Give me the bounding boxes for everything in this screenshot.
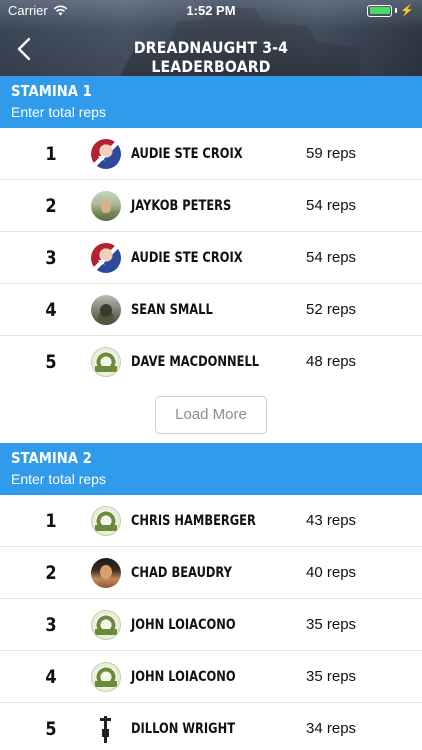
rank-number: 1 bbox=[45, 510, 57, 532]
score-value: 54 reps bbox=[306, 249, 357, 266]
rank-number: 5 bbox=[45, 718, 57, 740]
logo-banner bbox=[95, 366, 117, 372]
score-value: 40 reps bbox=[306, 564, 357, 581]
back-button[interactable] bbox=[10, 34, 38, 64]
score-value: 54 reps bbox=[306, 197, 357, 214]
score-value: 48 reps bbox=[306, 353, 357, 370]
athlete-name: DAVE MACDONNELL bbox=[131, 354, 260, 370]
page-title: DREADNAUGHT 3-4 LEADERBOARD bbox=[133, 38, 289, 76]
section-header-stamina-2: STAMINA 2 Enter total reps bbox=[0, 443, 422, 495]
section-subtitle: Enter total reps bbox=[11, 471, 106, 487]
gun-avatar bbox=[91, 714, 121, 744]
leaderboard-row[interactable]: 3 AUDIE STE CROIX 54 reps bbox=[0, 232, 422, 284]
beach-avatar bbox=[91, 558, 121, 588]
section-title: STAMINA 1 bbox=[11, 82, 92, 100]
logo-banner bbox=[95, 525, 117, 531]
flag-avatar bbox=[91, 243, 121, 273]
athlete-name: CHRIS HAMBERGER bbox=[131, 513, 256, 529]
section-header-stamina-1: STAMINA 1 Enter total reps bbox=[0, 76, 422, 128]
score-value: 59 reps bbox=[306, 145, 357, 162]
rank-number: 5 bbox=[45, 351, 57, 373]
rank-number: 1 bbox=[45, 143, 57, 165]
rank-number: 2 bbox=[45, 195, 57, 217]
logo-avatar bbox=[91, 347, 121, 377]
leaderboard-row[interactable]: 1 CHRIS HAMBERGER 43 reps bbox=[0, 495, 422, 547]
score-value: 52 reps bbox=[306, 301, 357, 318]
rank-number: 4 bbox=[45, 666, 57, 688]
athlete-name: JOHN LOIACONO bbox=[131, 617, 236, 633]
athlete-name: JAYKOB PETERS bbox=[131, 198, 232, 214]
rank-number: 3 bbox=[45, 614, 57, 636]
athlete-name: AUDIE STE CROIX bbox=[131, 146, 243, 162]
battery-group: ⚡ bbox=[367, 4, 414, 17]
score-value: 35 reps bbox=[306, 668, 357, 685]
charging-icon: ⚡ bbox=[400, 5, 414, 17]
flag-avatar bbox=[91, 139, 121, 169]
military-avatar bbox=[91, 295, 121, 325]
section-subtitle: Enter total reps bbox=[11, 104, 106, 120]
gun-sight bbox=[100, 718, 111, 721]
logo-avatar bbox=[91, 662, 121, 692]
rank-number: 2 bbox=[45, 562, 57, 584]
status-bar: Carrier 1:52 PM ⚡ bbox=[0, 0, 422, 22]
leaderboard-row[interactable]: 2 CHAD BEAUDRY 40 reps bbox=[0, 547, 422, 599]
athlete-name: JOHN LOIACONO bbox=[131, 669, 236, 685]
logo-avatar bbox=[91, 506, 121, 536]
score-value: 43 reps bbox=[306, 512, 357, 529]
section-title: STAMINA 2 bbox=[11, 449, 92, 467]
leaderboard-row[interactable]: 2 JAYKOB PETERS 54 reps bbox=[0, 180, 422, 232]
athlete-name: AUDIE STE CROIX bbox=[131, 250, 243, 266]
battery-fill bbox=[369, 7, 390, 14]
athlete-name: CHAD BEAUDRY bbox=[131, 565, 232, 581]
gun-grip bbox=[102, 729, 109, 737]
chevron-left-icon bbox=[17, 37, 31, 61]
load-more-button[interactable]: Load More bbox=[155, 396, 267, 434]
leaderboard-row[interactable]: 4 JOHN LOIACONO 35 reps bbox=[0, 651, 422, 703]
rank-number: 3 bbox=[45, 247, 57, 269]
logo-banner bbox=[95, 681, 117, 687]
athlete-name: SEAN SMALL bbox=[131, 302, 213, 318]
leaderboard-row[interactable]: 5 DAVE MACDONNELL 48 reps bbox=[0, 336, 422, 388]
leaderboard-row[interactable]: 1 AUDIE STE CROIX 59 reps bbox=[0, 128, 422, 180]
rank-number: 4 bbox=[45, 299, 57, 321]
logo-avatar bbox=[91, 610, 121, 640]
logo-banner bbox=[95, 629, 117, 635]
leaderboard-row[interactable]: 3 JOHN LOIACONO 35 reps bbox=[0, 599, 422, 651]
leaderboard-row[interactable]: 4 SEAN SMALL 52 reps bbox=[0, 284, 422, 336]
status-time: 1:52 PM bbox=[186, 3, 236, 18]
battery-icon bbox=[367, 4, 393, 17]
athlete-name: DILLON WRIGHT bbox=[131, 721, 236, 737]
score-value: 35 reps bbox=[306, 616, 357, 633]
leaderboard-row[interactable]: 5 DILLON WRIGHT 34 reps bbox=[0, 703, 422, 750]
battery-tip bbox=[395, 8, 398, 13]
outdoor-avatar bbox=[91, 191, 121, 221]
score-value: 34 reps bbox=[306, 720, 357, 737]
